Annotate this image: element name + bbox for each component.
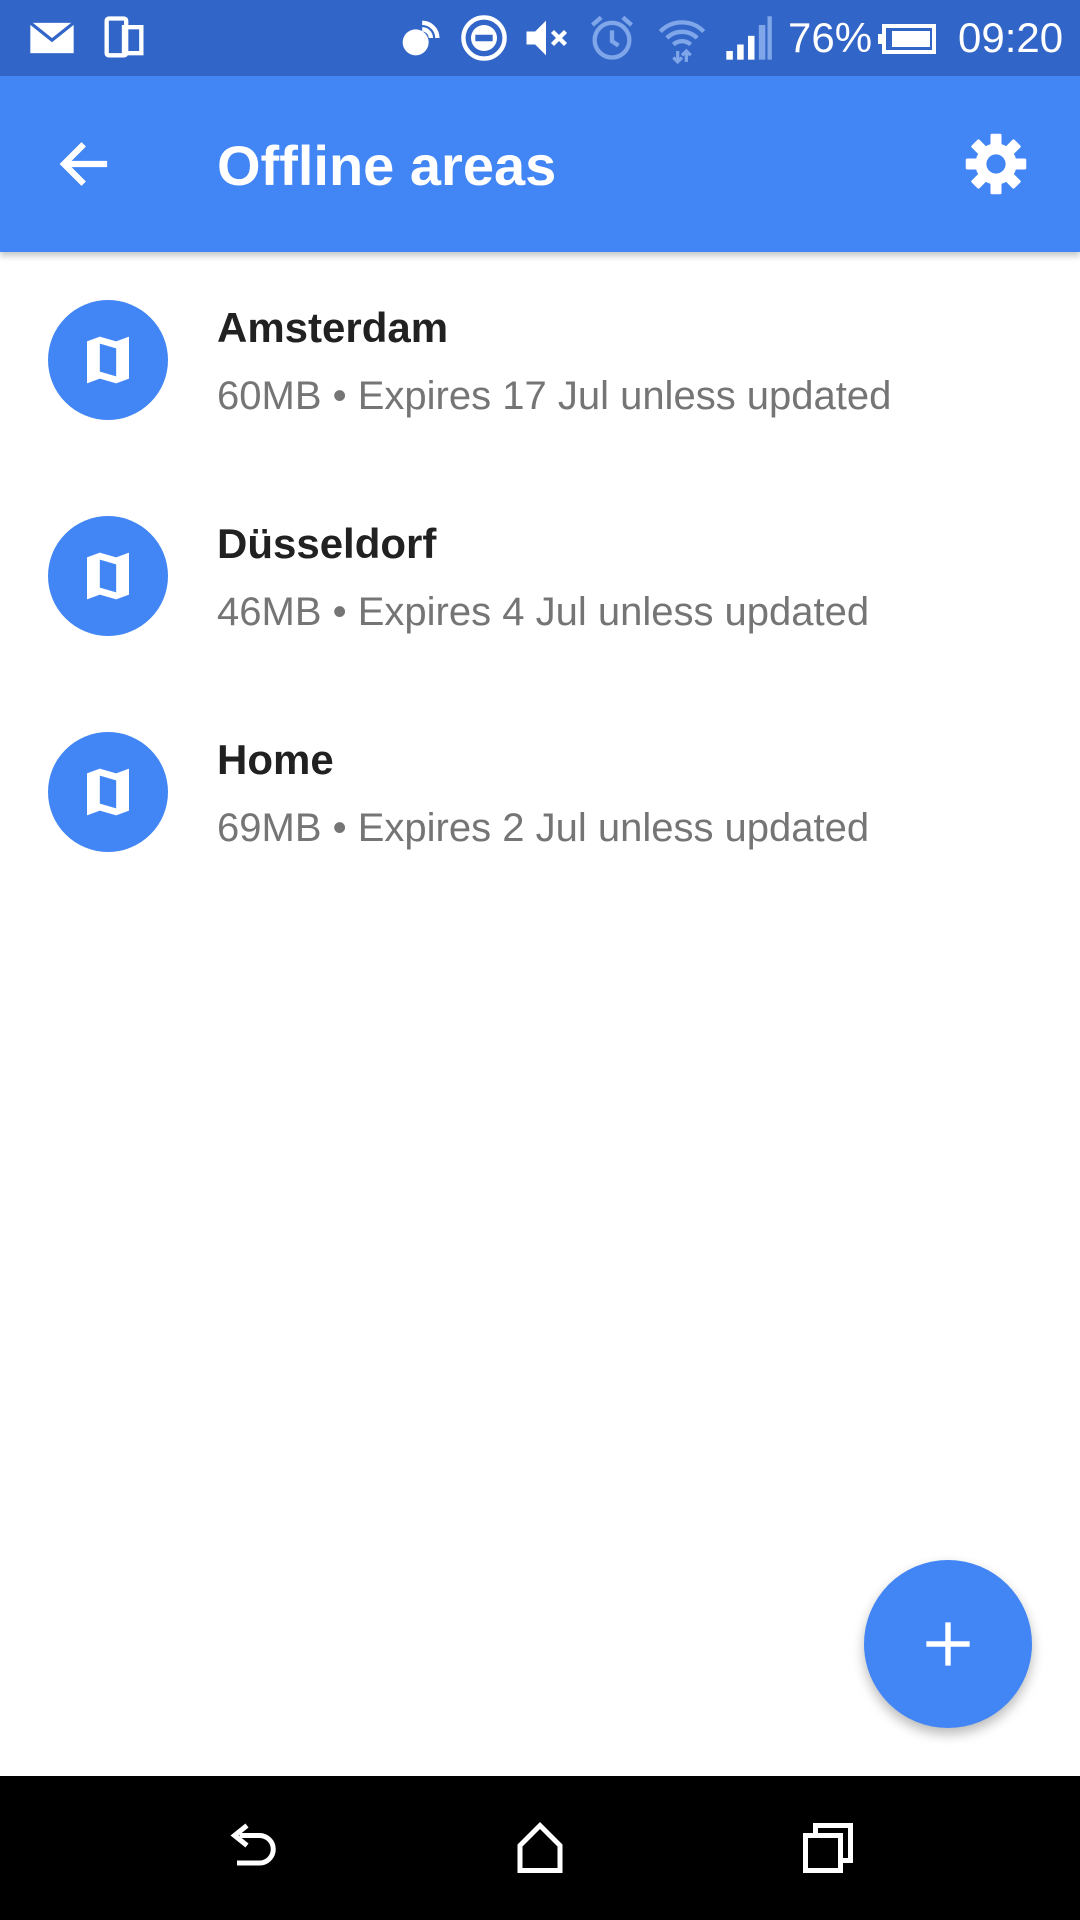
gear-icon	[965, 133, 1027, 195]
add-area-button[interactable]	[864, 1560, 1032, 1728]
page-title: Offline areas	[217, 134, 557, 197]
app-bar: Offline areas	[0, 76, 1080, 252]
arrow-back-icon	[59, 142, 108, 186]
area-name: Amsterdam	[217, 304, 449, 351]
nav-home-button[interactable]	[480, 1808, 600, 1888]
alarm-icon	[586, 12, 638, 64]
area-details: 46MB • Expires 4 Jul unless updated	[217, 590, 870, 634]
nav-recents-button[interactable]	[768, 1808, 888, 1888]
do-not-disturb-icon	[458, 12, 510, 64]
plus-icon	[926, 1622, 970, 1666]
offline-areas-list: Amsterdam 60MB • Expires 17 Jul unless u…	[0, 252, 1080, 900]
device-icon	[98, 12, 150, 64]
area-name: Home	[217, 736, 334, 783]
back-icon	[230, 1823, 276, 1866]
map-icon	[48, 516, 168, 636]
list-item-amsterdam[interactable]: Amsterdam 60MB • Expires 17 Jul unless u…	[0, 252, 1080, 468]
wifi-icon	[656, 12, 708, 64]
area-name: Düsseldorf	[217, 520, 437, 567]
mail-icon	[26, 12, 78, 64]
status-bar: 76% 09:20	[0, 0, 1080, 76]
home-icon	[517, 1821, 563, 1873]
map-icon	[48, 732, 168, 852]
battery-percent: 76%	[788, 14, 873, 61]
screen: 76% 09:20 Offline areas Amsterdam 60MB •…	[0, 0, 1080, 1920]
back-button[interactable]	[40, 124, 128, 204]
cell-signal-icon	[722, 12, 774, 64]
area-details: 69MB • Expires 2 Jul unless updated	[217, 806, 870, 850]
clock: 09:20	[958, 14, 1064, 61]
map-icon	[48, 300, 168, 420]
recents-icon	[803, 1823, 853, 1873]
nfc-icon	[394, 12, 446, 64]
settings-button[interactable]	[950, 124, 1042, 204]
nav-back-button[interactable]	[192, 1808, 312, 1888]
area-details: 60MB • Expires 17 Jul unless updated	[217, 374, 892, 418]
volume-mute-icon	[520, 12, 572, 64]
list-item-dusseldorf[interactable]: Düsseldorf 46MB • Expires 4 Jul unless u…	[0, 468, 1080, 684]
list-item-home[interactable]: Home 69MB • Expires 2 Jul unless updated	[0, 684, 1080, 900]
battery-icon	[878, 12, 938, 64]
navigation-bar	[0, 1776, 1080, 1920]
